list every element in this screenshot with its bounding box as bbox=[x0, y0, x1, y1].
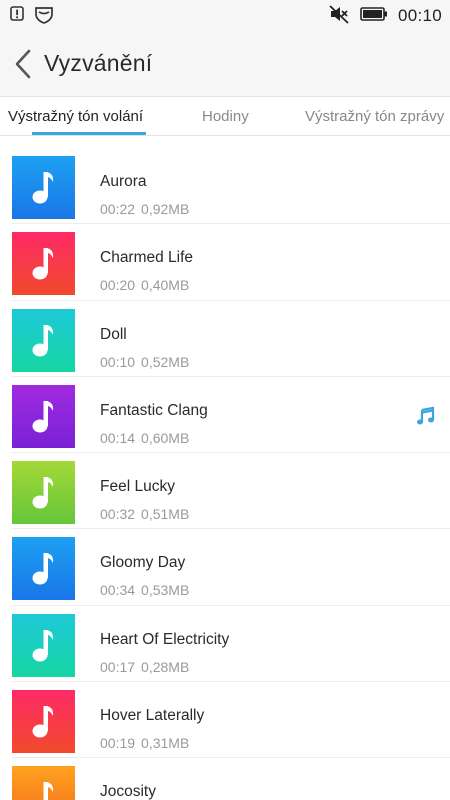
ringtone-meta: 00:20 0,40MB bbox=[100, 277, 189, 293]
ringtone-name: Jocosity bbox=[100, 783, 156, 800]
list-item[interactable]: Heart Of Electricity 00:17 0,28MB bbox=[12, 606, 450, 683]
page-title: Vyzvánění bbox=[44, 50, 153, 76]
ringtone-name: Doll bbox=[100, 325, 127, 343]
ringtone-name: Heart Of Electricity bbox=[100, 630, 230, 648]
ringtone-thumbnail bbox=[12, 690, 75, 754]
ringtone-thumbnail bbox=[12, 232, 75, 296]
tab-message-alert[interactable]: Výstražný tón zprávy bbox=[305, 97, 444, 137]
ringtone-duration: 00:20 bbox=[100, 277, 136, 294]
status-left-icons bbox=[10, 6, 54, 29]
battery-icon bbox=[360, 6, 388, 27]
list-item[interactable]: Jocosity bbox=[12, 758, 450, 800]
ringtone-size: 0,92MB bbox=[141, 201, 190, 217]
status-right: 00:10 bbox=[328, 0, 442, 32]
list-item[interactable]: Fantastic Clang 00:14 0,60MB bbox=[12, 377, 450, 454]
ringtone-name: Hover Laterally bbox=[100, 707, 205, 725]
ringtone-name: Fantastic Clang bbox=[100, 401, 208, 419]
now-playing-icon bbox=[416, 406, 436, 426]
ringtone-name: Feel Lucky bbox=[100, 478, 175, 496]
ringtone-thumbnail bbox=[12, 537, 75, 601]
ringtone-meta: 00:22 0,92MB bbox=[100, 201, 189, 217]
ringtone-duration: 00:22 bbox=[100, 201, 136, 217]
ringtone-meta: 00:34 0,53MB bbox=[100, 582, 189, 598]
ringtone-thumbnail bbox=[12, 156, 75, 219]
ringtone-thumbnail bbox=[12, 613, 75, 677]
ringtone-list: Aurora 00:22 0,92MB Charmed Life 00:20 0… bbox=[0, 148, 450, 800]
ringtone-meta: 00:14 0,60MB bbox=[100, 430, 189, 446]
ringtone-name: Charmed Life bbox=[100, 249, 194, 267]
list-item[interactable]: Feel Lucky 00:32 0,51MB bbox=[12, 453, 450, 530]
ringtone-name: Gloomy Day bbox=[100, 554, 186, 572]
alert-icon bbox=[10, 6, 24, 29]
ringtone-size: 0,31MB bbox=[141, 735, 190, 752]
ringtone-thumbnail bbox=[12, 384, 75, 448]
chevron-left-icon bbox=[15, 49, 31, 79]
muted-speaker-icon bbox=[328, 4, 350, 29]
ringtone-duration: 00:32 bbox=[100, 506, 136, 523]
ringtone-size: 0,51MB bbox=[141, 506, 190, 523]
ringtone-meta: 00:10 0,52MB bbox=[100, 354, 189, 370]
ringtone-size: 0,52MB bbox=[141, 353, 190, 370]
ringtone-size: 0,40MB bbox=[141, 277, 190, 294]
tab-bar: Výstražný tón volání Hodiny Výstražný tó… bbox=[0, 96, 450, 136]
back-button[interactable] bbox=[12, 48, 36, 80]
ringtone-thumbnail bbox=[12, 461, 75, 525]
ringtone-duration: 00:34 bbox=[100, 582, 136, 599]
active-tab-indicator bbox=[32, 132, 146, 135]
list-item[interactable]: Aurora 00:22 0,92MB bbox=[12, 148, 450, 225]
ringtone-meta: 00:17 0,28MB bbox=[100, 659, 189, 675]
list-item[interactable]: Charmed Life 00:20 0,40MB bbox=[12, 224, 450, 301]
ringtone-size: 0,53MB bbox=[141, 582, 190, 599]
ringtone-duration: 00:17 bbox=[100, 658, 136, 675]
ringtone-thumbnail bbox=[12, 766, 75, 800]
list-item[interactable]: Gloomy Day 00:34 0,53MB bbox=[12, 529, 450, 606]
ringtone-duration: 00:19 bbox=[100, 735, 136, 752]
ringtone-meta: 00:19 0,31MB bbox=[100, 735, 189, 751]
app-header: Vyzvánění bbox=[0, 32, 450, 96]
status-bar: 00:10 bbox=[0, 0, 450, 32]
status-time: 00:10 bbox=[397, 6, 442, 25]
ringtone-duration: 00:14 bbox=[100, 429, 136, 446]
ringtone-thumbnail bbox=[12, 308, 75, 372]
tab-call-alert[interactable]: Výstražný tón volání bbox=[8, 97, 143, 137]
ringtone-size: 0,60MB bbox=[141, 429, 190, 446]
ringtone-name: Aurora bbox=[100, 173, 147, 190]
tab-clock[interactable]: Hodiny bbox=[202, 97, 249, 137]
list-item[interactable]: Doll 00:10 0,52MB bbox=[12, 301, 450, 377]
ringtone-meta: 00:32 0,51MB bbox=[100, 506, 189, 522]
ringtone-size: 0,28MB bbox=[141, 658, 190, 675]
list-item[interactable]: Hover Laterally 00:19 0,31MB bbox=[12, 682, 450, 759]
shield-icon bbox=[34, 6, 54, 29]
ringtone-duration: 00:10 bbox=[100, 353, 136, 370]
